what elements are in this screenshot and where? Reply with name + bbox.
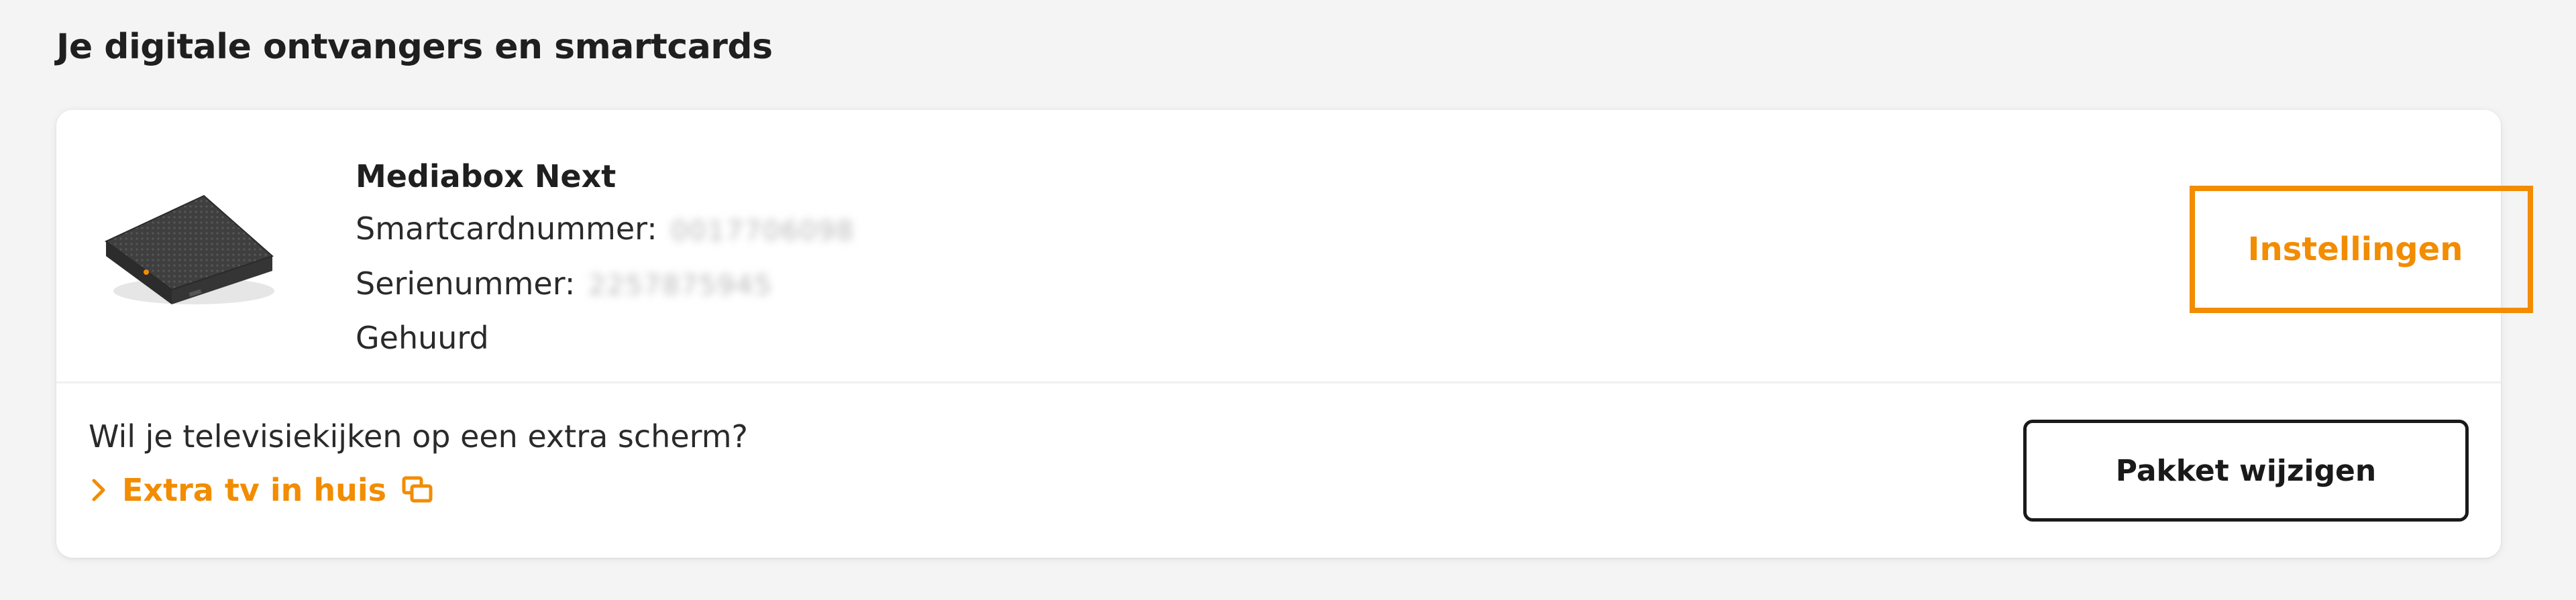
serial-value: 2257875945 bbox=[588, 270, 773, 301]
device-row: Mediabox Next Smartcardnummer: 0017706098… bbox=[56, 110, 2533, 381]
card-divider bbox=[56, 381, 2501, 383]
extra-tv-link-label: Extra tv in huis bbox=[122, 472, 386, 508]
change-package-button[interactable]: Pakket wijzigen bbox=[2023, 420, 2469, 522]
chevron-right-icon bbox=[90, 477, 107, 503]
device-details: Mediabox Next Smartcardnummer: 0017706098… bbox=[356, 150, 855, 364]
smartcard-row: Smartcardnummer: 0017706098 bbox=[356, 202, 855, 257]
external-link-icon bbox=[401, 475, 435, 505]
extra-screen-question: Wil je televisiekijken op een extra sche… bbox=[89, 418, 748, 455]
device-status: Gehuurd bbox=[356, 320, 489, 356]
serial-row: Serienummer: 2257875945 bbox=[356, 257, 855, 312]
section-title: Je digitale ontvangers en smartcards bbox=[56, 27, 773, 67]
serial-label: Serienummer: bbox=[356, 265, 576, 302]
device-name: Mediabox Next bbox=[356, 158, 616, 194]
smartcard-value: 0017706098 bbox=[670, 215, 855, 247]
receiver-card: Mediabox Next Smartcardnummer: 0017706098… bbox=[56, 110, 2533, 558]
smartcard-label: Smartcardnummer: bbox=[356, 211, 657, 247]
extra-tv-link[interactable]: Extra tv in huis bbox=[90, 472, 435, 508]
set-top-box-image bbox=[97, 177, 284, 324]
page: Je digitale ontvangers en smartcards Med… bbox=[0, 0, 2576, 600]
settings-button[interactable]: Instellingen bbox=[2190, 186, 2533, 313]
